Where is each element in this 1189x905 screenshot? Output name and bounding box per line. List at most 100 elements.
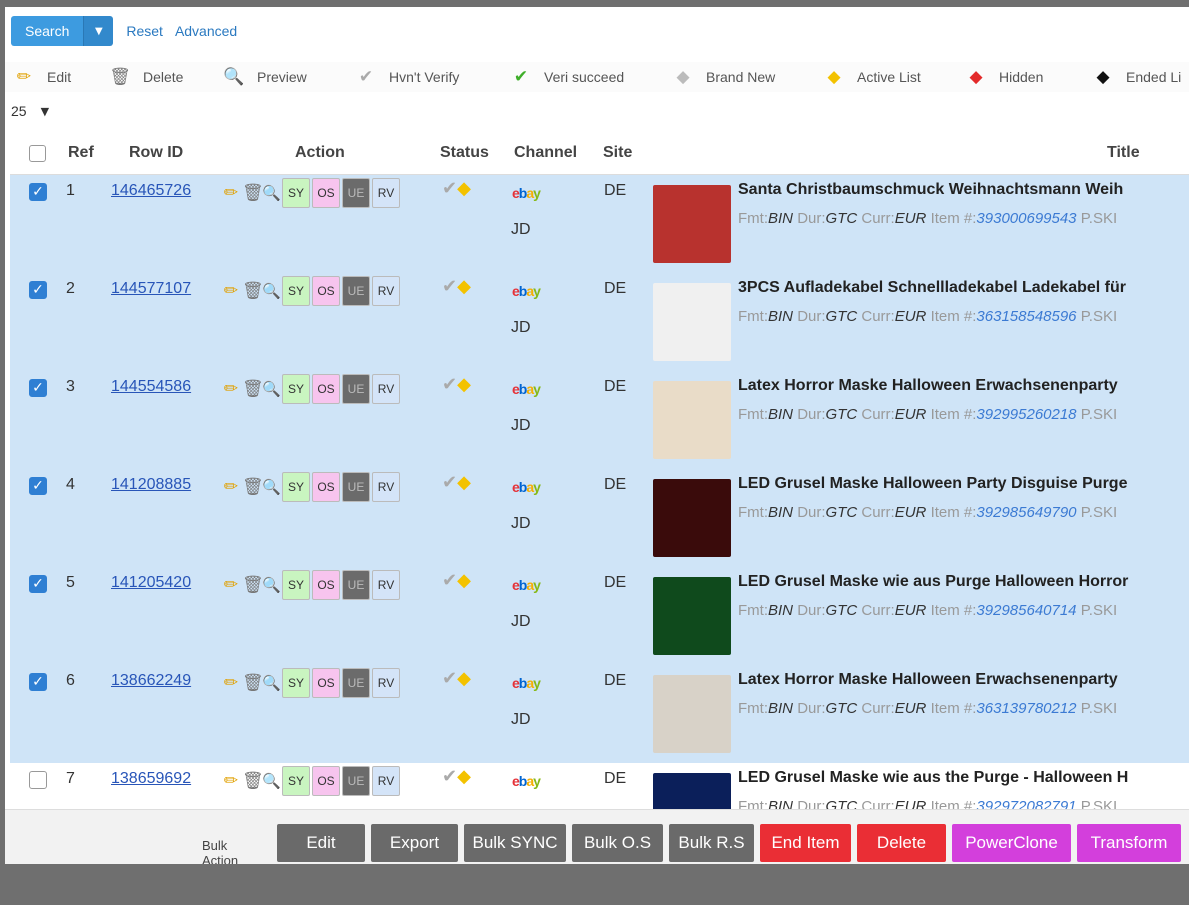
row-checkbox[interactable]: ✓	[29, 673, 47, 691]
bulk-bulk-r-s-button[interactable]: Bulk R.S	[669, 824, 754, 862]
table-row[interactable]: ✓ 1 146465726 ✏ 🗑 🔍 SY OS UE RV ✔◆ ebay …	[10, 175, 1189, 273]
column-site[interactable]: Site	[603, 144, 632, 162]
ue-tag-button[interactable]: UE	[342, 766, 370, 796]
sync-tag-button[interactable]: SY	[282, 766, 310, 796]
advanced-link[interactable]: Advanced	[175, 23, 237, 39]
row-title[interactable]: 3PCS Aufladekabel Schnellladekabel Ladek…	[738, 279, 1126, 297]
preview-magnifier-icon[interactable]: 🔍	[262, 576, 281, 594]
table-row[interactable]: 7 138659692 ✏ 🗑 🔍 SY OS UE RV ✔◆ ebay JD…	[10, 763, 1189, 815]
table-row[interactable]: ✓ 4 141208885 ✏ 🗑 🔍 SY OS UE RV ✔◆ ebay …	[10, 469, 1189, 567]
delete-trash-icon[interactable]: 🗑	[242, 281, 264, 301]
rv-tag-button[interactable]: RV	[372, 668, 400, 698]
row-checkbox[interactable]: ✓	[29, 477, 47, 495]
edit-pencil-icon[interactable]: ✏	[222, 673, 240, 693]
row-checkbox[interactable]: ✓	[29, 183, 47, 201]
row-id-link[interactable]: 138662249	[111, 672, 191, 690]
search-dropdown-button[interactable]: ▼	[83, 16, 114, 46]
sync-tag-button[interactable]: SY	[282, 668, 310, 698]
edit-pencil-icon[interactable]: ✏	[222, 771, 240, 791]
table-row[interactable]: ✓ 6 138662249 ✏ 🗑 🔍 SY OS UE RV ✔◆ ebay …	[10, 665, 1189, 763]
row-checkbox[interactable]: ✓	[29, 379, 47, 397]
preview-magnifier-icon[interactable]: 🔍	[262, 380, 281, 398]
delete-trash-icon[interactable]: 🗑	[242, 575, 264, 595]
item-number-link[interactable]: 363158548596	[976, 308, 1076, 325]
delete-trash-icon[interactable]: 🗑	[242, 379, 264, 399]
rv-tag-button[interactable]: RV	[372, 766, 400, 796]
page-size-select[interactable]: 25 ▼	[11, 96, 71, 126]
row-checkbox[interactable]: ✓	[29, 575, 47, 593]
column-channel[interactable]: Channel	[514, 144, 577, 162]
sync-tag-button[interactable]: SY	[282, 178, 310, 208]
product-thumbnail[interactable]	[653, 675, 731, 753]
preview-magnifier-icon[interactable]: 🔍	[262, 282, 281, 300]
os-tag-button[interactable]: OS	[312, 668, 340, 698]
reset-link[interactable]: Reset	[126, 23, 163, 39]
ue-tag-button[interactable]: UE	[342, 178, 370, 208]
os-tag-button[interactable]: OS	[312, 276, 340, 306]
row-title[interactable]: LED Grusel Maske wie aus the Purge - Hal…	[738, 769, 1128, 787]
preview-magnifier-icon[interactable]: 🔍	[262, 184, 281, 202]
table-row[interactable]: ✓ 3 144554586 ✏ 🗑 🔍 SY OS UE RV ✔◆ ebay …	[10, 371, 1189, 469]
sync-tag-button[interactable]: SY	[282, 472, 310, 502]
item-number-link[interactable]: 363139780212	[976, 700, 1076, 717]
search-button[interactable]: Search	[11, 16, 84, 46]
row-id-link[interactable]: 146465726	[111, 182, 191, 200]
select-all-checkbox[interactable]	[29, 145, 46, 162]
product-thumbnail[interactable]	[653, 577, 731, 655]
preview-magnifier-icon[interactable]: 🔍	[262, 478, 281, 496]
item-number-link[interactable]: 393000699543	[976, 210, 1076, 227]
column-status[interactable]: Status	[440, 144, 489, 162]
row-title[interactable]: Santa Christbaumschmuck Weihnachtsmann W…	[738, 181, 1123, 199]
os-tag-button[interactable]: OS	[312, 374, 340, 404]
rv-tag-button[interactable]: RV	[372, 472, 400, 502]
edit-pencil-icon[interactable]: ✏	[222, 575, 240, 595]
edit-pencil-icon[interactable]: ✏	[222, 281, 240, 301]
ue-tag-button[interactable]: UE	[342, 374, 370, 404]
row-title[interactable]: Latex Horror Maske Halloween Erwachsenen…	[738, 377, 1118, 395]
row-title[interactable]: LED Grusel Maske wie aus Purge Halloween…	[738, 573, 1128, 591]
row-id-link[interactable]: 144577107	[111, 280, 191, 298]
edit-pencil-icon[interactable]: ✏	[222, 183, 240, 203]
rv-tag-button[interactable]: RV	[372, 570, 400, 600]
edit-pencil-icon[interactable]: ✏	[222, 477, 240, 497]
item-number-link[interactable]: 392995260218	[976, 406, 1076, 423]
delete-trash-icon[interactable]: 🗑	[242, 771, 264, 791]
column-title[interactable]: Title	[1107, 144, 1140, 162]
bulk-powerclone-button[interactable]: PowerClone	[952, 824, 1071, 862]
column-row-id[interactable]: Row ID	[129, 144, 183, 162]
product-thumbnail[interactable]	[653, 185, 731, 263]
os-tag-button[interactable]: OS	[312, 570, 340, 600]
delete-trash-icon[interactable]: 🗑	[242, 183, 264, 203]
sync-tag-button[interactable]: SY	[282, 570, 310, 600]
os-tag-button[interactable]: OS	[312, 472, 340, 502]
preview-magnifier-icon[interactable]: 🔍	[262, 772, 281, 790]
ue-tag-button[interactable]: UE	[342, 472, 370, 502]
sync-tag-button[interactable]: SY	[282, 276, 310, 306]
row-id-link[interactable]: 144554586	[111, 378, 191, 396]
bulk-end-item-button[interactable]: End Item	[760, 824, 851, 862]
preview-magnifier-icon[interactable]: 🔍	[262, 674, 281, 692]
delete-trash-icon[interactable]: 🗑	[242, 673, 264, 693]
edit-pencil-icon[interactable]: ✏	[222, 379, 240, 399]
row-title[interactable]: Latex Horror Maske Halloween Erwachsenen…	[738, 671, 1118, 689]
product-thumbnail[interactable]	[653, 479, 731, 557]
product-thumbnail[interactable]	[653, 381, 731, 459]
ue-tag-button[interactable]: UE	[342, 276, 370, 306]
bulk-bulk-o-s-button[interactable]: Bulk O.S	[572, 824, 663, 862]
row-id-link[interactable]: 141208885	[111, 476, 191, 494]
rv-tag-button[interactable]: RV	[372, 178, 400, 208]
os-tag-button[interactable]: OS	[312, 766, 340, 796]
row-checkbox[interactable]: ✓	[29, 281, 47, 299]
bulk-transform-button[interactable]: Transform	[1077, 824, 1181, 862]
bulk-delete-button[interactable]: Delete	[857, 824, 946, 862]
product-thumbnail[interactable]	[653, 283, 731, 361]
bulk-edit-button[interactable]: Edit	[277, 824, 365, 862]
row-id-link[interactable]: 138659692	[111, 770, 191, 788]
ue-tag-button[interactable]: UE	[342, 570, 370, 600]
sync-tag-button[interactable]: SY	[282, 374, 310, 404]
row-id-link[interactable]: 141205420	[111, 574, 191, 592]
os-tag-button[interactable]: OS	[312, 178, 340, 208]
table-row[interactable]: ✓ 2 144577107 ✏ 🗑 🔍 SY OS UE RV ✔◆ ebay …	[10, 273, 1189, 371]
rv-tag-button[interactable]: RV	[372, 374, 400, 404]
delete-trash-icon[interactable]: 🗑	[242, 477, 264, 497]
